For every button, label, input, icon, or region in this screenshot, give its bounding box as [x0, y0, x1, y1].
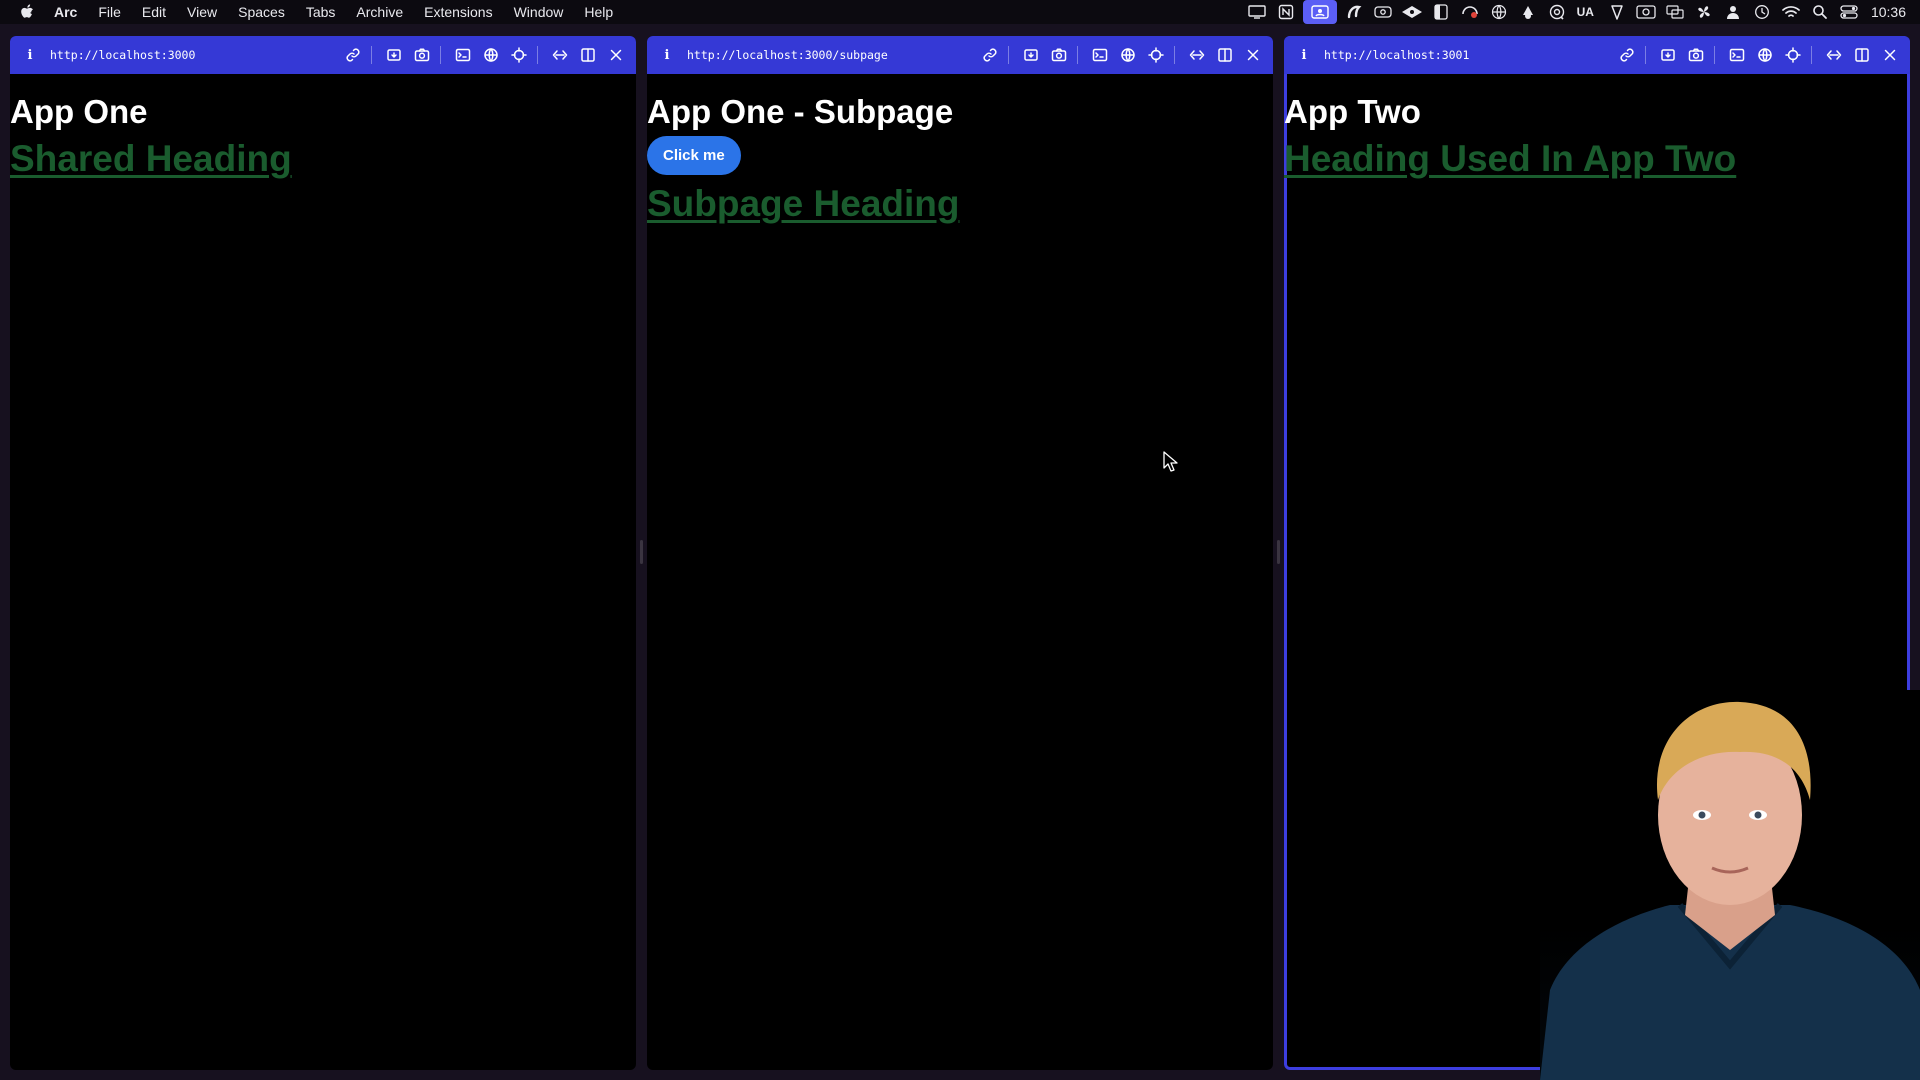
capture-icon[interactable]: [382, 43, 406, 67]
screenshot-icon[interactable]: [1047, 43, 1071, 67]
pane-toolbar: i http://localhost:3000: [10, 36, 636, 74]
capture-icon[interactable]: [1019, 43, 1043, 67]
page-content: App Two Heading Used In App Two: [1284, 93, 1910, 180]
toolbar-divider: [1077, 46, 1078, 64]
search-icon[interactable]: [1808, 0, 1832, 24]
menubar-clock[interactable]: 10:36: [1871, 4, 1906, 20]
split-view-icon[interactable]: [1850, 43, 1874, 67]
menu-bar: Arc File Edit View Spaces Tabs Archive E…: [0, 0, 1920, 24]
toolbar-divider: [1008, 46, 1009, 64]
site-info-icon[interactable]: i: [20, 45, 40, 65]
copy-link-icon[interactable]: [978, 43, 1002, 67]
menu-file[interactable]: File: [98, 4, 121, 20]
site-info-icon[interactable]: i: [657, 45, 677, 65]
split-view-icon[interactable]: [1213, 43, 1237, 67]
location-icon[interactable]: [1605, 0, 1629, 24]
menu-window[interactable]: Window: [514, 4, 564, 20]
at-icon[interactable]: [1545, 0, 1569, 24]
mirror-icon[interactable]: [1663, 0, 1687, 24]
close-icon[interactable]: [604, 43, 628, 67]
url-bar[interactable]: http://localhost:3000/subpage: [687, 48, 974, 62]
subpage-heading-link[interactable]: Subpage Heading: [647, 183, 959, 225]
page-title: App Two: [1284, 93, 1421, 130]
toolbar-divider: [537, 46, 538, 64]
control-center-icon[interactable]: [1837, 0, 1861, 24]
page-title: App One: [10, 93, 148, 130]
browser-pane-app-one: i http://localhost:3000 App One Shared H…: [10, 36, 636, 1070]
page-content: App One Shared Heading: [10, 93, 636, 180]
split-view-icon[interactable]: [576, 43, 600, 67]
screenshot-icon[interactable]: [410, 43, 434, 67]
cloud-icon[interactable]: [1516, 0, 1540, 24]
console-icon[interactable]: [451, 43, 475, 67]
click-me-button[interactable]: Click me: [647, 136, 741, 176]
menu-archive[interactable]: Archive: [356, 4, 403, 20]
capture-icon[interactable]: [1656, 43, 1680, 67]
arc-icon[interactable]: [1342, 0, 1366, 24]
swap-icon[interactable]: [1822, 43, 1846, 67]
toolbar-divider: [1811, 46, 1812, 64]
page-title: App One - Subpage: [647, 93, 954, 130]
browser-pane-app-one-subpage: i http://localhost:3000/subpage App One …: [647, 36, 1273, 1070]
site-info-icon[interactable]: i: [1294, 45, 1314, 65]
menu-extensions[interactable]: Extensions: [424, 4, 492, 20]
wifi-icon[interactable]: [1779, 0, 1803, 24]
globe-icon[interactable]: [1487, 0, 1511, 24]
presenter-image: [1540, 701, 1920, 1080]
menu-help[interactable]: Help: [584, 4, 613, 20]
inspect-icon[interactable]: [507, 43, 531, 67]
screen-share-icon[interactable]: [1302, 0, 1337, 24]
inspect-icon[interactable]: [1144, 43, 1168, 67]
url-bar[interactable]: http://localhost:3001: [1324, 48, 1611, 62]
console-icon[interactable]: [1088, 43, 1112, 67]
keyboard-layout-indicator[interactable]: UA: [1577, 5, 1594, 19]
network-icon[interactable]: [479, 43, 503, 67]
apple-icon[interactable]: [18, 2, 38, 22]
mouse-cursor-icon: [1163, 451, 1178, 472]
toolbar-divider: [1714, 46, 1715, 64]
network-icon[interactable]: [1116, 43, 1140, 67]
extension-icon[interactable]: [1400, 0, 1424, 24]
pane-toolbar: i http://localhost:3000/subpage: [647, 36, 1273, 74]
pane-resize-handle[interactable]: [640, 540, 643, 564]
video-icon[interactable]: [1634, 0, 1658, 24]
user-icon[interactable]: [1721, 0, 1745, 24]
menu-spaces[interactable]: Spaces: [238, 4, 285, 20]
close-icon[interactable]: [1241, 43, 1265, 67]
camera-icon[interactable]: [1371, 0, 1395, 24]
time-machine-icon[interactable]: [1750, 0, 1774, 24]
close-icon[interactable]: [1878, 43, 1902, 67]
network-icon[interactable]: [1753, 43, 1777, 67]
swap-icon[interactable]: [548, 43, 572, 67]
page-content: App One - Subpage Click me Subpage Headi…: [647, 93, 1273, 225]
toolbar-divider: [440, 46, 441, 64]
menu-tabs[interactable]: Tabs: [306, 4, 336, 20]
toolbar-divider: [371, 46, 372, 64]
app-two-heading-link[interactable]: Heading Used In App Two: [1284, 138, 1736, 180]
menu-edit[interactable]: Edit: [142, 4, 166, 20]
copy-link-icon[interactable]: [341, 43, 365, 67]
toolbar-divider: [1645, 46, 1646, 64]
menu-view[interactable]: View: [187, 4, 217, 20]
shared-heading-link[interactable]: Shared Heading: [10, 138, 292, 180]
display-icon[interactable]: [1245, 0, 1269, 24]
pane-toolbar: i http://localhost:3001: [1284, 36, 1910, 74]
swap-icon[interactable]: [1185, 43, 1209, 67]
webcam-overlay: [1540, 690, 1920, 1080]
notion-icon[interactable]: [1274, 0, 1298, 24]
sidebar-icon[interactable]: [1429, 0, 1453, 24]
record-icon[interactable]: [1458, 0, 1482, 24]
copy-link-icon[interactable]: [1615, 43, 1639, 67]
pane-resize-handle[interactable]: [1277, 540, 1280, 564]
toolbar-divider: [1174, 46, 1175, 64]
console-icon[interactable]: [1725, 43, 1749, 67]
url-bar[interactable]: http://localhost:3000: [50, 48, 337, 62]
screenshot-icon[interactable]: [1684, 43, 1708, 67]
fan-icon[interactable]: [1692, 0, 1716, 24]
inspect-icon[interactable]: [1781, 43, 1805, 67]
menu-app-name[interactable]: Arc: [54, 4, 77, 20]
